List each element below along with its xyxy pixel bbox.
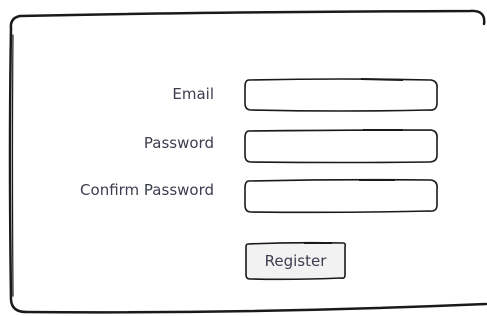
register-button[interactable]: Register [244,241,347,281]
password-field-wrapper [243,128,439,164]
email-label: Email [172,85,214,103]
confirm-password-input[interactable] [249,183,439,207]
email-input[interactable] [249,82,439,106]
confirm-password-field-wrapper [243,178,439,214]
register-button-label: Register [264,252,327,270]
confirm-password-label: Confirm Password [80,181,214,199]
password-label: Password [143,134,214,152]
email-field-wrapper [243,77,439,113]
password-input[interactable] [249,133,439,157]
